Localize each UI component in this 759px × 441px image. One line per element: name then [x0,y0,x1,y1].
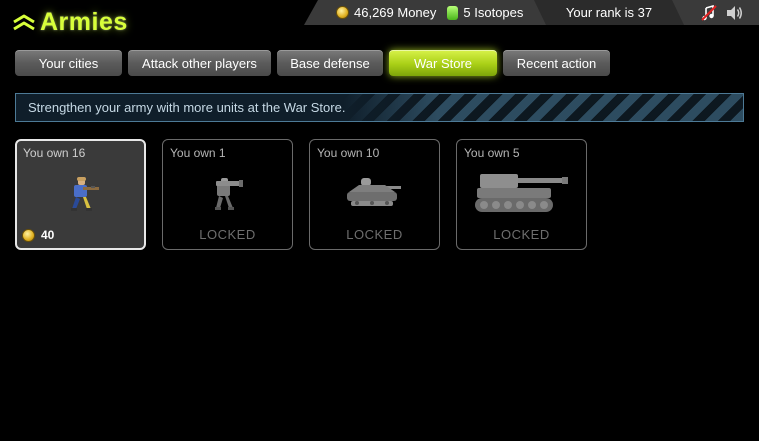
tab-attack-other-players[interactable]: Attack other players [128,50,271,76]
audio-controls [701,0,743,25]
tab-recent-action[interactable]: Recent action [503,50,610,76]
locked-label: LOCKED [199,227,256,242]
resources-display: 46,269 Money 5 Isotopes [336,0,523,25]
unit-card-rifleman[interactable]: You own 16 40 [15,139,146,250]
bazooka-soldier-icon [214,178,243,210]
banner-text: Strengthen your army with more units at … [28,100,346,115]
locked-label: LOCKED [346,227,403,242]
status-bar: 46,269 Money 5 Isotopes Your rank is 37 [304,0,759,25]
coin-icon [22,228,35,242]
tab-your-cities[interactable]: Your cities [15,50,122,76]
main-nav: Your cities Attack other players Base de… [15,50,610,76]
rifleman-icon [70,177,99,211]
isotopes-value: 5 Isotopes [463,5,524,20]
music-toggle-icon[interactable] [701,4,717,21]
chevron-logo-icon [13,14,35,31]
logo-text: Armies [40,7,128,36]
price-value: 40 [41,228,55,242]
coin-icon [336,6,349,19]
hover-tank-icon [346,178,401,206]
owned-count: You own 5 [464,146,520,160]
rank-text: Your rank is 37 [565,5,653,20]
sound-toggle-icon[interactable] [725,5,743,21]
armies-logo: Armies [12,8,128,36]
owned-count: You own 10 [317,146,380,160]
locked-label: LOCKED [493,227,550,242]
info-banner: Strengthen your army with more units at … [15,93,744,122]
unit-card-bazooka-soldier[interactable]: You own 1 LOCKED [162,139,293,250]
tab-war-store[interactable]: War Store [389,50,497,76]
money-value: 46,269 Money [354,5,437,20]
unit-store-grid: You own 16 40 You own 1 LOCKED You own 1… [15,139,587,250]
isotope-icon [447,5,459,20]
unit-card-heavy-tank[interactable]: You own 5 LOCKED [456,139,587,250]
heavy-tank-icon [474,174,568,212]
rank-display: Your rank is 37 [534,0,684,25]
tab-base-defense[interactable]: Base defense [277,50,383,76]
owned-count: You own 16 [23,146,86,160]
unit-price: 40 [22,228,54,242]
owned-count: You own 1 [170,146,226,160]
unit-card-hover-tank[interactable]: You own 10 LOCKED [309,139,440,250]
